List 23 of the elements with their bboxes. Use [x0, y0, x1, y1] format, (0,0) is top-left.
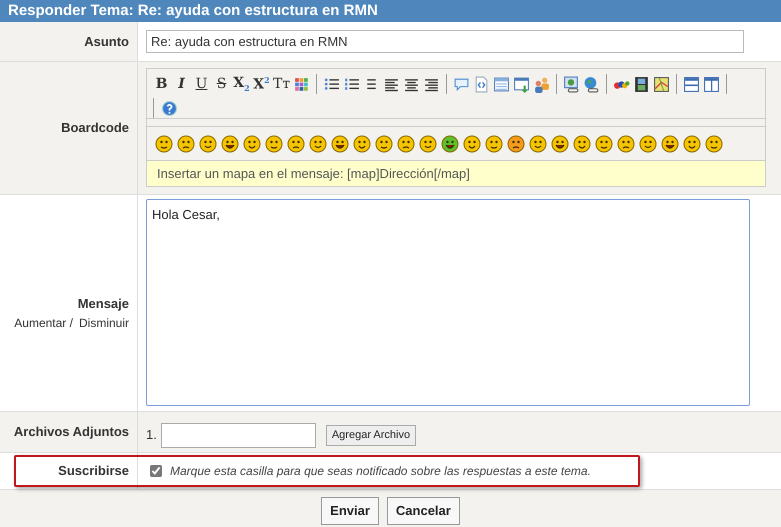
message-textarea[interactable]: Hola Cesar, — [146, 199, 750, 406]
field-label: Archivos Adjuntos — [14, 423, 129, 442]
underline-button[interactable]: U — [193, 77, 210, 91]
strikethrough-button[interactable]: S — [213, 77, 230, 91]
subscribe-description: Marque esta casilla para que seas notificado sobre las respuestas a este tema. — [170, 463, 591, 480]
subscript-button[interactable]: X$_{2}$ — [233, 76, 250, 92]
subject-input[interactable]: Re: ayuda con estructura en RMN — [146, 30, 744, 53]
field-label: Mensaje — [78, 295, 129, 314]
submit-button[interactable]: Enviar — [321, 496, 379, 524]
cancel-button[interactable]: Cancelar — [386, 496, 460, 524]
add-file-button[interactable]: Agregar Archivo — [326, 424, 416, 446]
field-label: Suscribirse — [58, 462, 129, 480]
field-label: Asunto — [84, 32, 129, 51]
map-hint: Insertar un mapa en el mensaje: [map]Dirección[/map] — [157, 164, 470, 183]
field-label: Boardcode — [61, 119, 129, 138]
italic-button[interactable]: I — [173, 77, 190, 91]
bold-button[interactable]: B — [153, 77, 170, 91]
list-number: 1. — [146, 426, 157, 444]
form-title: Responder Tema: Re: ayuda con estructura en RMN — [8, 0, 378, 21]
shrink-link[interactable]: Disminuir — [78, 314, 129, 332]
enlarge-link[interactable]: Aumentar / — [14, 314, 73, 332]
superscript-button[interactable]: X$^{2}$ — [253, 76, 270, 92]
font-size-button[interactable]: Tт — [273, 77, 290, 91]
